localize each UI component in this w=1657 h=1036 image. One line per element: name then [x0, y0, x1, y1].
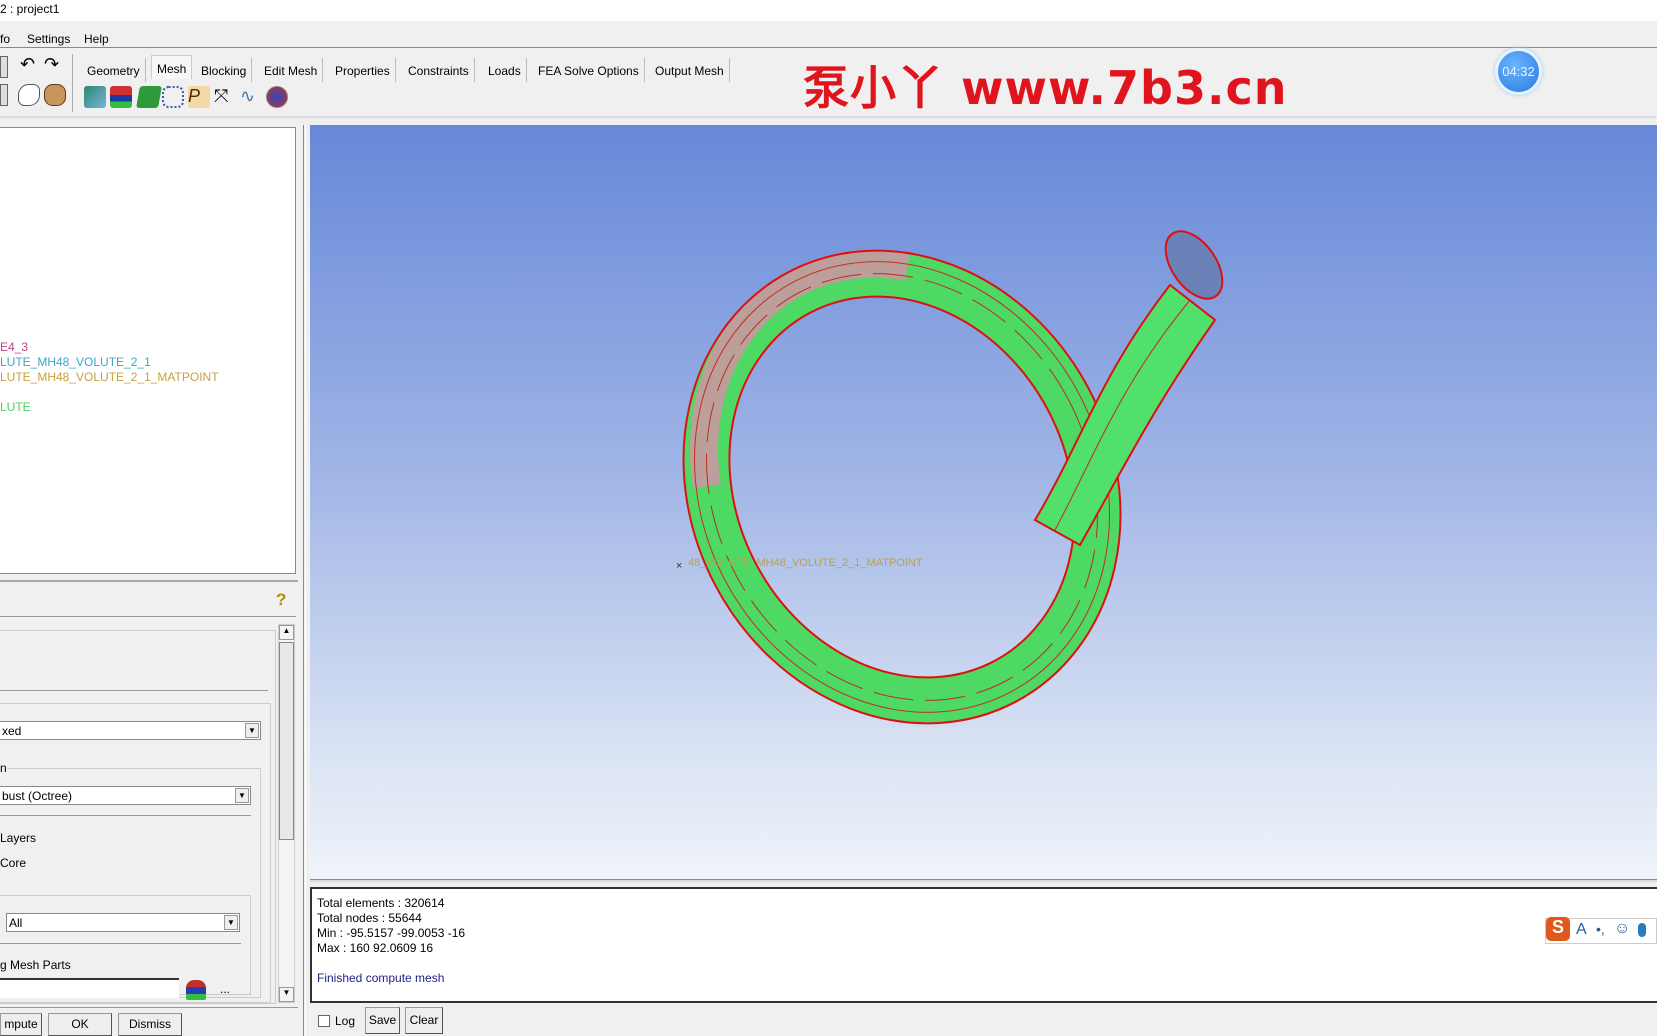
model-tree: E4_3 LUTE_MH48_VOLUTE_2_1 LUTE_MH48_VOLU…: [0, 127, 296, 574]
chevron-down-icon[interactable]: ▼: [245, 723, 259, 738]
parts-select[interactable]: All ▼: [6, 913, 240, 932]
sogou-logo-icon[interactable]: S: [1546, 917, 1570, 941]
window-title: 2 : project1: [0, 2, 60, 16]
mesh-method-value: bust (Octree): [2, 789, 73, 803]
tab-geometry[interactable]: Geometry: [82, 58, 146, 82]
tab-fea-solve-options[interactable]: FEA Solve Options: [533, 58, 645, 82]
dismiss-button[interactable]: Dismiss: [118, 1013, 182, 1036]
layers-option[interactable]: Layers: [0, 831, 36, 845]
divider: [0, 616, 296, 617]
tree-item[interactable]: LUTE: [0, 400, 31, 414]
scroll-thumb[interactable]: [279, 642, 294, 840]
connectors-icon[interactable]: ⤧: [214, 86, 236, 108]
splitter[interactable]: [303, 125, 306, 1036]
log-status: Finished compute mesh: [317, 971, 445, 985]
font-icon[interactable]: A: [1576, 921, 1587, 939]
mesh-curve-icon[interactable]: ∿: [240, 86, 262, 108]
tab-mesh[interactable]: Mesh: [151, 55, 193, 79]
clear-button[interactable]: Clear: [405, 1007, 443, 1034]
ok-button[interactable]: OK: [48, 1013, 112, 1036]
core-option[interactable]: Core: [0, 856, 26, 870]
tab-properties[interactable]: Properties: [330, 58, 396, 82]
mesh-type-value: xed: [2, 724, 22, 738]
3d-viewport[interactable]: 48_VOLUTE_MH48_VOLUTE_2_1_MATPOINT ×: [310, 125, 1657, 879]
matpoint-marker: ×: [676, 560, 682, 572]
mesh-parts-input[interactable]: [0, 978, 179, 998]
divider: [0, 815, 251, 816]
help-icon[interactable]: ?: [276, 590, 286, 610]
panel-divider: [0, 580, 298, 582]
compute-button[interactable]: mpute: [0, 1013, 42, 1036]
microphone-icon[interactable]: [1638, 923, 1646, 937]
tab-output-mesh[interactable]: Output Mesh: [650, 58, 730, 82]
punctuation-icon[interactable]: •,: [1596, 921, 1605, 937]
undo-icon[interactable]: ↶: [20, 54, 35, 75]
save-button[interactable]: Save: [365, 1007, 400, 1034]
chevron-down-icon[interactable]: ▼: [224, 915, 238, 930]
log-checkbox-label[interactable]: Log: [335, 1014, 355, 1028]
matpoint-label: 48_VOLUTE_MH48_VOLUTE_2_1_MATPOINT: [688, 557, 923, 569]
solid-icon[interactable]: [44, 84, 66, 106]
message-log: Total elements : 320614 Total nodes : 55…: [310, 887, 1657, 1003]
title-bar: 2 : project1: [0, 0, 1657, 21]
mesh-method-select[interactable]: bust (Octree) ▼: [0, 786, 251, 805]
save-icon[interactable]: [0, 56, 8, 78]
panel-scrollbar[interactable]: ▲ ▼: [278, 624, 295, 1003]
mesh-type-select[interactable]: xed ▼: [0, 721, 261, 740]
tree-item[interactable]: E4_3: [0, 340, 28, 354]
tab-constraints[interactable]: Constraints: [403, 58, 475, 82]
log-line: Max : 160 92.0609 16: [317, 941, 434, 955]
divider: [0, 1007, 298, 1008]
divider: [0, 690, 268, 691]
tree-item[interactable]: LUTE_MH48_VOLUTE_2_1_MATPOINT: [0, 370, 219, 384]
menu-bar: fo Settings Help: [0, 22, 1657, 48]
tab-blocking[interactable]: Blocking: [196, 58, 253, 82]
scroll-up-arrow[interactable]: ▲: [279, 625, 294, 640]
redo-icon[interactable]: ↷: [44, 54, 59, 75]
parts-select-value: All: [9, 916, 23, 930]
toolbar-divider: [72, 54, 73, 112]
splitter[interactable]: [310, 879, 1657, 882]
global-mesh-setup-icon[interactable]: [84, 86, 106, 108]
surface-mesh-setup-icon[interactable]: [136, 86, 162, 108]
part-mesh-setup-icon[interactable]: [110, 86, 132, 108]
chevron-down-icon[interactable]: ▼: [235, 788, 249, 803]
recording-timer: 04:32: [1495, 48, 1542, 95]
more-button[interactable]: ...: [220, 982, 230, 996]
log-line: Total nodes : 55644: [317, 911, 422, 925]
create-mesh-density-icon[interactable]: P: [188, 86, 210, 108]
tab-loads[interactable]: Loads: [483, 58, 527, 82]
ime-toolbar: S A •, ☺: [1545, 917, 1657, 944]
log-checkbox[interactable]: [318, 1015, 330, 1027]
open-icon[interactable]: [0, 84, 8, 106]
log-line: Min : -95.5157 -99.0053 -16: [317, 926, 466, 940]
watermark: 泵小丫 www.7b3.cn: [803, 61, 1288, 115]
mesh-method-group-label: n: [0, 761, 7, 775]
tree-item[interactable]: LUTE_MH48_VOLUTE_2_1: [0, 355, 151, 369]
scroll-down-arrow[interactable]: ▼: [279, 987, 294, 1002]
emoji-icon[interactable]: ☺: [1614, 920, 1630, 938]
tab-edit-mesh[interactable]: Edit Mesh: [259, 58, 324, 82]
compute-mesh-icon[interactable]: [266, 86, 288, 108]
log-line: Total elements : 320614: [317, 896, 445, 910]
divider: [0, 943, 241, 944]
volute-mesh-model: 48_VOLUTE_MH48_VOLUTE_2_1_MATPOINT ×: [676, 230, 1224, 725]
menu-help[interactable]: Help: [84, 32, 109, 46]
menu-settings[interactable]: Settings: [27, 32, 70, 46]
wireframe-icon[interactable]: [18, 84, 40, 106]
select-parts-icon[interactable]: [186, 980, 206, 1000]
curve-mesh-setup-icon[interactable]: [162, 86, 184, 108]
mesh-parts-label: g Mesh Parts: [0, 958, 71, 972]
menu-info[interactable]: fo: [0, 32, 10, 46]
